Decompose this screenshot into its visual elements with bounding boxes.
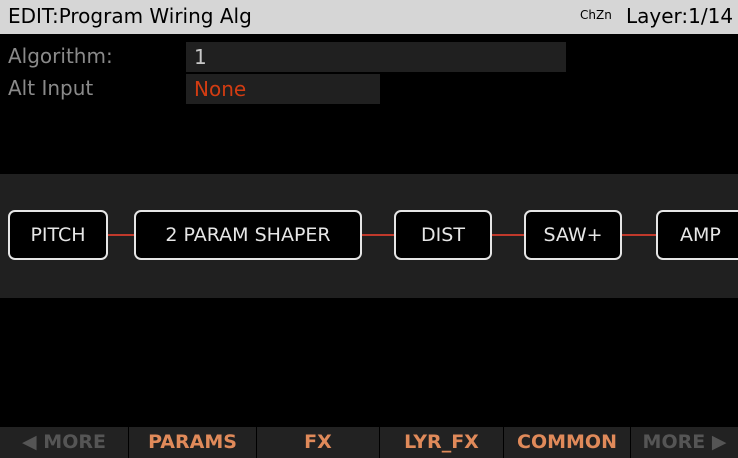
softkey-more-right[interactable]: MORE ▶ [631, 427, 738, 458]
softkey-fx[interactable]: FX [257, 427, 379, 458]
softkey-common[interactable]: COMMON [504, 427, 630, 458]
softkey-lyr-fx[interactable]: LYR_FX [380, 427, 503, 458]
wiring-band [0, 174, 738, 298]
module-amp[interactable]: AMP [656, 210, 738, 260]
module-saw[interactable]: SAW+ [524, 210, 622, 260]
module-pitch[interactable]: PITCH [8, 210, 108, 260]
page-title: EDIT:Program Wiring Alg [8, 4, 252, 28]
softkey-more-left[interactable]: ◀ MORE [0, 427, 128, 458]
algorithm-field[interactable]: 1 [186, 42, 566, 72]
wire-2 [362, 234, 396, 236]
softkey-params[interactable]: PARAMS [129, 427, 256, 458]
wire-4 [622, 234, 658, 236]
alt-input-field[interactable]: None [186, 74, 380, 104]
wire-3 [492, 234, 526, 236]
algorithm-label: Algorithm: [8, 44, 113, 68]
chzn-icon: ChZn [580, 8, 612, 22]
module-dist[interactable]: DIST [394, 210, 492, 260]
title-bar: EDIT:Program Wiring Alg ChZn Layer:1/14 [0, 0, 738, 34]
wire-1 [106, 234, 136, 236]
arrow-left-icon: ◀ [22, 431, 44, 453]
layer-indicator: Layer:1/14 [626, 4, 734, 28]
alt-input-label: Alt Input [8, 76, 94, 100]
arrow-right-icon: ▶ [705, 431, 727, 453]
module-2-param-shaper[interactable]: 2 PARAM SHAPER [134, 210, 362, 260]
